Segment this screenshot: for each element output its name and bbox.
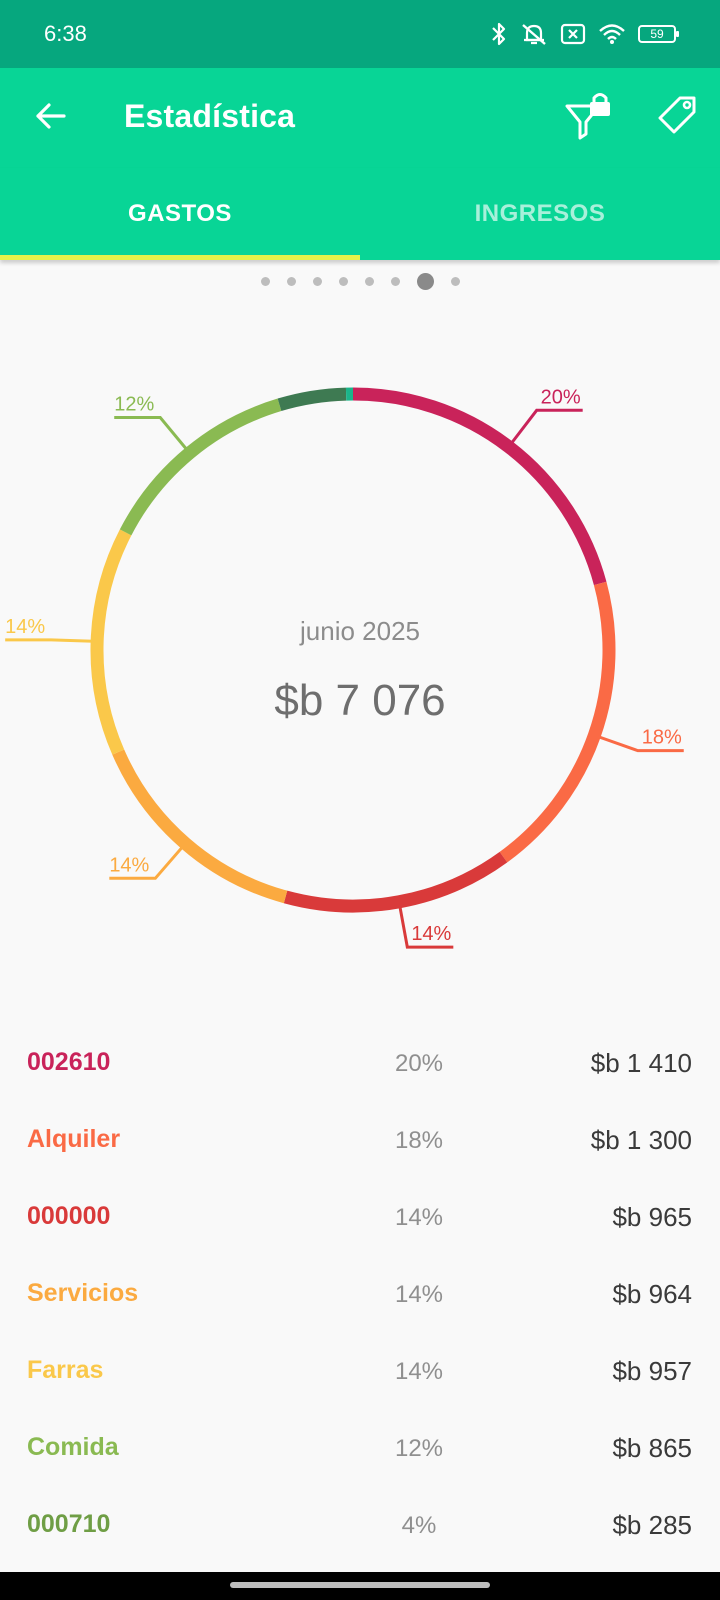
category-percent: 12% xyxy=(394,1435,444,1462)
status-bar: 6:38 59 xyxy=(0,0,720,68)
donut-slice[interactable] xyxy=(277,387,347,412)
donut-chart[interactable]: 20%18%14%14%14%12% xyxy=(0,300,720,1000)
donut-leader-line xyxy=(509,408,583,445)
donut-percent-label: 12% xyxy=(114,394,154,416)
page-dot[interactable] xyxy=(364,276,374,286)
list-item[interactable]: 000710 4% $b 285 xyxy=(0,1490,720,1567)
app-bar: Estadística xyxy=(0,68,720,168)
chart-area: 20% 18% 14% 14% 14% 12% junio 2025 $b 7 076 xyxy=(0,300,720,1000)
category-percent: 18% xyxy=(394,1127,444,1154)
tab-ingresos[interactable]: INGRESOS xyxy=(360,168,720,260)
page-indicator[interactable] xyxy=(0,272,720,290)
donut-slice[interactable] xyxy=(352,387,607,586)
chart-total: $b 7 076 xyxy=(274,676,446,725)
page-title: Estadística xyxy=(124,98,296,134)
category-percent: 20% xyxy=(394,1050,444,1077)
page-dot[interactable] xyxy=(260,276,270,286)
category-list: 002610 20% $b 1 410 Alquiler 18% $b 1 300 0000… xyxy=(0,1028,720,1567)
page-dot[interactable] xyxy=(390,276,400,286)
no-sim-icon xyxy=(560,23,586,45)
navigation-bar xyxy=(0,1572,720,1600)
category-name: Alquiler xyxy=(27,1125,121,1153)
category-amount: $b 965 xyxy=(612,1202,692,1232)
category-name: 000710 xyxy=(27,1510,111,1538)
list-item[interactable]: Alquiler 18% $b 1 300 xyxy=(0,1105,720,1182)
category-percent: 4% xyxy=(401,1512,437,1539)
category-name: 002610 xyxy=(27,1048,111,1076)
page-dot[interactable] xyxy=(312,276,322,286)
list-item[interactable]: Comida 12% $b 865 xyxy=(0,1413,720,1490)
list-item[interactable]: Farras 14% $b 957 xyxy=(0,1336,720,1413)
status-time: 6:38 xyxy=(44,21,87,46)
category-name: 000000 xyxy=(27,1202,111,1230)
mute-icon xyxy=(520,22,548,46)
page-dot[interactable] xyxy=(338,276,348,286)
category-percent: 14% xyxy=(394,1358,444,1385)
filter-button[interactable] xyxy=(565,90,621,146)
tab-indicator xyxy=(0,255,360,260)
list-item[interactable]: 002610 20% $b 1 410 xyxy=(0,1028,720,1105)
filter-lock-icon xyxy=(565,93,621,150)
donut-leader-line xyxy=(114,416,189,451)
back-arrow-icon xyxy=(34,102,66,135)
tag-icon xyxy=(652,96,702,146)
list-item[interactable]: Servicios 14% $b 964 xyxy=(0,1259,720,1336)
chart-month: junio 2025 xyxy=(300,616,420,646)
donut-percent-label: 20% xyxy=(541,386,581,408)
home-indicator[interactable] xyxy=(230,1582,490,1588)
tab-ingresos-label: INGRESOS xyxy=(474,200,606,227)
donut-percent-label: 14% xyxy=(109,854,149,876)
category-name: Farras xyxy=(27,1356,104,1384)
tags-button[interactable] xyxy=(652,92,702,142)
category-name: Servicios xyxy=(27,1279,139,1307)
battery-icon: 59 xyxy=(638,25,679,43)
donut-percent-label: 14% xyxy=(411,923,451,945)
category-amount: $b 865 xyxy=(612,1433,692,1463)
page-dot[interactable] xyxy=(286,276,296,286)
bluetooth-icon xyxy=(490,22,508,46)
category-amount: $b 964 xyxy=(612,1279,692,1309)
list-item[interactable]: 000000 14% $b 965 xyxy=(0,1182,720,1259)
tab-bar: GASTOS INGRESOS xyxy=(0,168,720,260)
tab-gastos-label: GASTOS xyxy=(128,200,232,227)
category-name: Comida xyxy=(27,1433,119,1461)
category-amount: $b 1 410 xyxy=(590,1048,692,1078)
donut-percent-label: 18% xyxy=(642,727,682,749)
category-percent: 14% xyxy=(394,1281,444,1308)
category-amount: $b 957 xyxy=(612,1356,692,1386)
page-dot[interactable] xyxy=(450,276,460,286)
donut-slice[interactable] xyxy=(119,398,282,536)
back-button[interactable] xyxy=(28,96,72,140)
page-dot[interactable] xyxy=(416,272,434,290)
status-icons: 59 xyxy=(490,22,679,46)
category-amount: $b 285 xyxy=(612,1510,692,1540)
donut-slice[interactable] xyxy=(283,851,508,913)
wifi-icon xyxy=(598,23,626,45)
tab-gastos[interactable]: GASTOS xyxy=(0,168,360,260)
category-percent: 14% xyxy=(394,1204,444,1231)
category-amount: $b 1 300 xyxy=(590,1125,692,1155)
